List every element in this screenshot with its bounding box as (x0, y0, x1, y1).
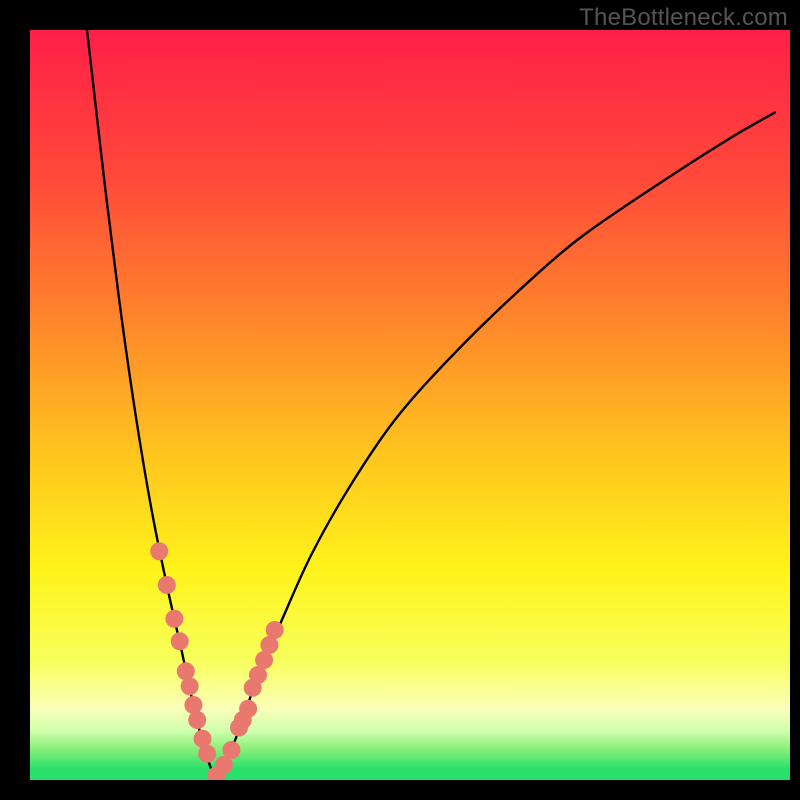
plot-background (30, 30, 790, 780)
marker-dot (158, 576, 176, 594)
marker-dot (165, 610, 183, 628)
marker-dot (188, 711, 206, 729)
frame-left (0, 0, 30, 800)
frame-right (790, 0, 800, 800)
marker-dot (150, 542, 168, 560)
frame-bottom (0, 780, 800, 800)
marker-dot (239, 700, 257, 718)
marker-dot (171, 632, 189, 650)
marker-dot (184, 696, 202, 714)
marker-dot (266, 621, 284, 639)
watermark-label: TheBottleneck.com (579, 4, 788, 32)
marker-dot (177, 662, 195, 680)
marker-dot (198, 745, 216, 763)
chart-container: TheBottleneck.com (0, 0, 800, 800)
bottleneck-curve-chart (0, 0, 800, 800)
marker-dot (222, 741, 240, 759)
marker-dot (181, 677, 199, 695)
